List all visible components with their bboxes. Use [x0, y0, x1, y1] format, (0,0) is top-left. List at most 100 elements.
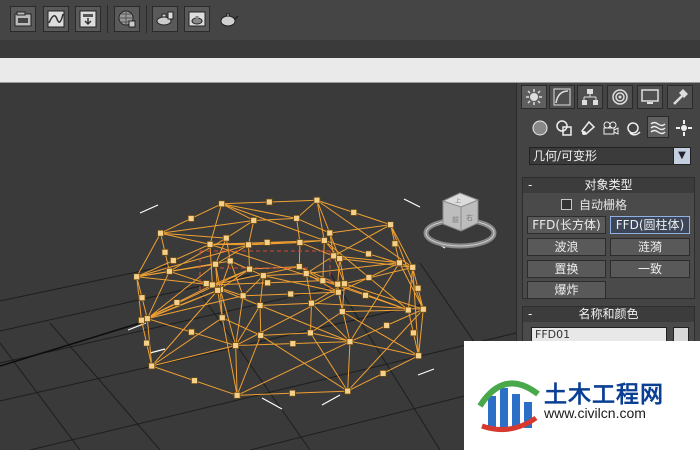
control-point[interactable] [206, 240, 214, 248]
control-point[interactable] [293, 214, 301, 222]
motion-tab[interactable] [607, 85, 633, 109]
conform-button[interactable]: 一致 [610, 260, 690, 278]
control-point[interactable] [313, 196, 321, 204]
ffd-cylinder-button[interactable]: FFD(圆柱体) [610, 216, 690, 234]
perspective-viewport[interactable]: 前 右 上 [0, 83, 516, 450]
control-point[interactable] [161, 248, 169, 256]
control-point[interactable] [404, 306, 412, 314]
scene-explorer-icon[interactable] [10, 6, 36, 32]
hierarchy-tab[interactable] [577, 85, 603, 109]
control-point[interactable] [295, 263, 303, 271]
control-point[interactable] [212, 260, 219, 268]
control-point[interactable] [214, 286, 222, 294]
control-point[interactable] [338, 308, 346, 316]
control-point[interactable] [330, 252, 338, 260]
control-point[interactable] [256, 302, 264, 309]
curve-editor-icon[interactable] [43, 6, 69, 32]
control-point[interactable] [409, 263, 417, 271]
control-point[interactable] [341, 280, 348, 288]
control-point[interactable] [289, 340, 297, 347]
ffd-box-button[interactable]: FFD(长方体) [527, 216, 606, 234]
collapse-toggle[interactable]: - [528, 178, 532, 193]
control-point[interactable] [334, 280, 342, 288]
rendered-frame-icon[interactable] [184, 6, 210, 32]
control-point[interactable] [166, 267, 173, 275]
control-point[interactable] [233, 391, 241, 399]
cameras-icon[interactable] [599, 117, 621, 139]
control-point[interactable] [138, 294, 146, 302]
control-point[interactable] [250, 217, 258, 224]
control-point[interactable] [362, 291, 369, 299]
control-point[interactable] [257, 331, 265, 339]
control-point[interactable] [263, 239, 271, 246]
control-point[interactable] [226, 257, 234, 265]
control-point[interactable] [218, 314, 226, 322]
displace-button[interactable]: 置换 [527, 260, 606, 278]
control-point[interactable] [391, 240, 399, 248]
geometry-icon[interactable] [529, 117, 551, 139]
control-point[interactable] [265, 198, 273, 206]
control-point[interactable] [307, 329, 314, 337]
control-point[interactable] [383, 322, 391, 329]
control-point[interactable] [148, 362, 156, 370]
control-point[interactable] [414, 284, 422, 292]
helpers-icon[interactable] [623, 117, 645, 139]
control-point[interactable] [245, 241, 252, 249]
category-dropdown[interactable]: 几何/可变形 ▼ [529, 147, 691, 165]
control-point[interactable] [415, 352, 422, 360]
control-point[interactable] [319, 277, 327, 285]
control-point[interactable] [218, 200, 226, 208]
modify-tab[interactable] [549, 85, 575, 109]
control-point[interactable] [409, 329, 417, 337]
collapse-toggle[interactable]: - [528, 307, 532, 322]
control-point[interactable] [334, 288, 342, 296]
wave-button[interactable]: 波浪 [527, 238, 606, 256]
render-setup-icon[interactable] [152, 6, 178, 32]
control-point[interactable] [173, 299, 181, 306]
control-point[interactable] [143, 339, 151, 347]
ffd-control-points[interactable] [133, 196, 427, 399]
control-point[interactable] [365, 250, 372, 258]
control-point[interactable] [264, 279, 271, 287]
chevron-down-icon[interactable]: ▼ [673, 148, 690, 164]
systems-icon[interactable] [673, 117, 695, 139]
control-point[interactable] [396, 259, 403, 267]
viewcube[interactable]: 前 右 上 [423, 192, 497, 249]
bomb-button[interactable]: 爆炸 [527, 281, 606, 299]
ripple-button[interactable]: 涟漪 [610, 238, 690, 256]
control-point[interactable] [239, 292, 247, 300]
display-tab[interactable] [637, 85, 663, 109]
control-point[interactable] [379, 370, 387, 377]
control-point[interactable] [365, 274, 373, 281]
control-point[interactable] [187, 215, 195, 222]
control-point[interactable] [143, 315, 151, 323]
control-point[interactable] [191, 377, 198, 385]
control-point[interactable] [296, 239, 304, 246]
control-point[interactable] [302, 270, 310, 277]
control-point[interactable] [344, 387, 352, 395]
utilities-tab[interactable] [667, 85, 693, 109]
space-warps-icon[interactable] [647, 116, 669, 138]
create-tab[interactable] [521, 85, 547, 109]
name-color-header[interactable]: - 名称和颜色 [523, 307, 694, 322]
control-point[interactable] [157, 229, 164, 237]
control-point[interactable] [308, 299, 315, 307]
render-teapot-icon[interactable] [216, 6, 242, 32]
control-point[interactable] [320, 237, 328, 244]
material-editor-icon[interactable] [114, 6, 140, 32]
control-point[interactable] [350, 209, 358, 216]
shapes-icon[interactable] [553, 117, 575, 139]
control-point[interactable] [222, 234, 230, 242]
control-point[interactable] [188, 328, 195, 336]
control-point[interactable] [169, 257, 177, 264]
control-point[interactable] [133, 273, 141, 281]
control-point[interactable] [387, 221, 394, 229]
object-type-header[interactable]: - 对象类型 [523, 178, 694, 193]
control-point[interactable] [246, 265, 253, 273]
autogrid-checkbox[interactable] [561, 199, 572, 210]
control-point[interactable] [326, 229, 334, 237]
control-point[interactable] [259, 272, 267, 280]
control-point[interactable] [232, 342, 240, 349]
control-point[interactable] [289, 389, 296, 397]
control-point[interactable] [202, 280, 210, 287]
